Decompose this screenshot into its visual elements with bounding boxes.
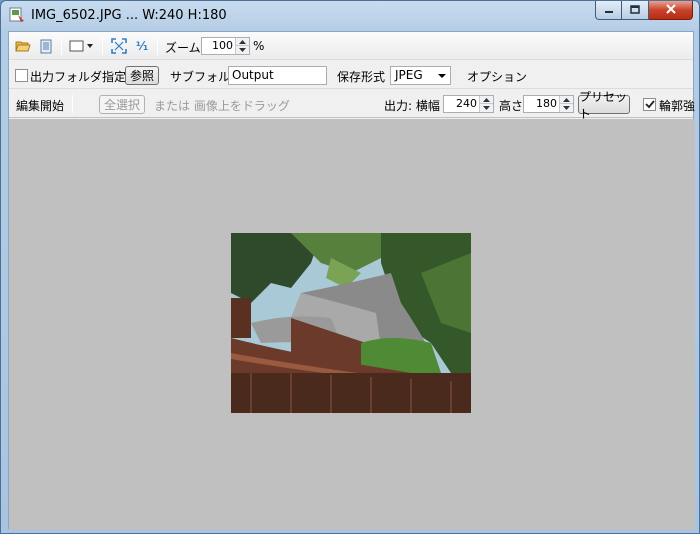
app-window: IMG_6502.JPG ... W:240 H:180 ¹⁄₁ ズーム 100… — [0, 0, 700, 534]
preset-button[interactable]: プリセット — [578, 90, 630, 121]
fit-screen-icon[interactable] — [110, 37, 128, 55]
preview-image[interactable] — [231, 233, 471, 413]
close-button[interactable] — [649, 1, 693, 20]
preset-label: プリセット — [579, 89, 628, 121]
subfolder-value: Output — [232, 68, 274, 82]
format-value: JPEG — [395, 68, 423, 82]
subfolder-input[interactable]: Output — [228, 66, 327, 85]
height-spin-arrows[interactable] — [559, 96, 573, 112]
edit-row: 編集開始 全選択 または 画像上をドラッグ 出力: 横幅 240 高さ 180 — [9, 90, 696, 121]
select-all-label: 全選択 — [103, 98, 140, 112]
toolbar-separator — [157, 37, 158, 55]
toolbar-separator — [102, 37, 103, 55]
drag-hint: または 画像上をドラッグ — [154, 99, 290, 113]
width-value: 240 — [456, 97, 477, 110]
outline-checkbox[interactable] — [643, 98, 656, 111]
outline-label: 輪郭強 — [659, 99, 696, 113]
height-value: 180 — [536, 97, 557, 110]
view-mode-icon[interactable] — [67, 37, 97, 55]
zoom-spin-arrows[interactable] — [235, 38, 249, 54]
height-spinbox[interactable]: 180 — [523, 95, 574, 113]
open-folder-icon[interactable] — [14, 37, 32, 55]
browse-button[interactable]: 参照 — [125, 66, 159, 85]
spin-up-icon[interactable] — [560, 96, 573, 104]
height-label: 高さ — [499, 99, 524, 113]
width-spin-arrows[interactable] — [479, 96, 493, 112]
format-select[interactable]: JPEG — [390, 66, 451, 85]
maximize-button[interactable] — [622, 1, 649, 20]
output-folder-label: 出力フォルダ指定 — [30, 70, 127, 84]
caption-buttons — [595, 1, 693, 21]
spin-down-icon[interactable] — [560, 104, 573, 112]
zoom-unit: % — [253, 39, 265, 53]
chevron-down-icon — [438, 74, 446, 78]
minimize-icon — [604, 3, 614, 17]
output-width-label: 出力: 横幅 — [384, 99, 440, 113]
format-label: 保存形式 — [337, 70, 386, 84]
edit-separator — [72, 95, 73, 113]
edit-start-label: 編集開始 — [16, 99, 65, 113]
output-settings-row: 出力フォルダ指定 参照 サブフォルダ Output 保存形式 JPEG オプショ… — [9, 61, 693, 89]
zoom-label: ズーム — [165, 41, 201, 55]
minimize-button[interactable] — [595, 1, 622, 20]
spin-up-icon[interactable] — [480, 96, 493, 104]
spin-down-icon[interactable] — [480, 104, 493, 112]
checkmark-icon — [644, 100, 655, 109]
close-icon — [665, 3, 677, 17]
actual-size-icon[interactable]: ¹⁄₁ — [133, 37, 151, 55]
toolbar-separator — [61, 37, 62, 55]
output-folder-checkbox[interactable] — [15, 69, 28, 82]
preview-canvas[interactable] — [9, 119, 695, 530]
spin-up-icon[interactable] — [236, 38, 249, 46]
options-link[interactable]: オプション — [467, 68, 527, 85]
zoom-spinbox[interactable]: 100 — [201, 37, 250, 55]
zoom-value: 100 — [212, 39, 233, 52]
toolbar: ¹⁄₁ ズーム 100 % — [9, 32, 693, 60]
select-all-button[interactable]: 全選択 — [99, 95, 145, 114]
app-icon — [9, 7, 25, 23]
width-spinbox[interactable]: 240 — [443, 95, 494, 113]
browse-button-label: 参照 — [129, 69, 154, 83]
document-icon[interactable] — [37, 37, 55, 55]
window-title: IMG_6502.JPG ... W:240 H:180 — [31, 8, 227, 23]
spin-down-icon[interactable] — [236, 46, 249, 54]
title-bar[interactable]: IMG_6502.JPG ... W:240 H:180 — [1, 1, 699, 31]
client-area: ¹⁄₁ ズーム 100 % 出力フォルダ指定 参照 サブフォルダ Output — [8, 31, 696, 530]
maximize-icon — [630, 3, 640, 17]
